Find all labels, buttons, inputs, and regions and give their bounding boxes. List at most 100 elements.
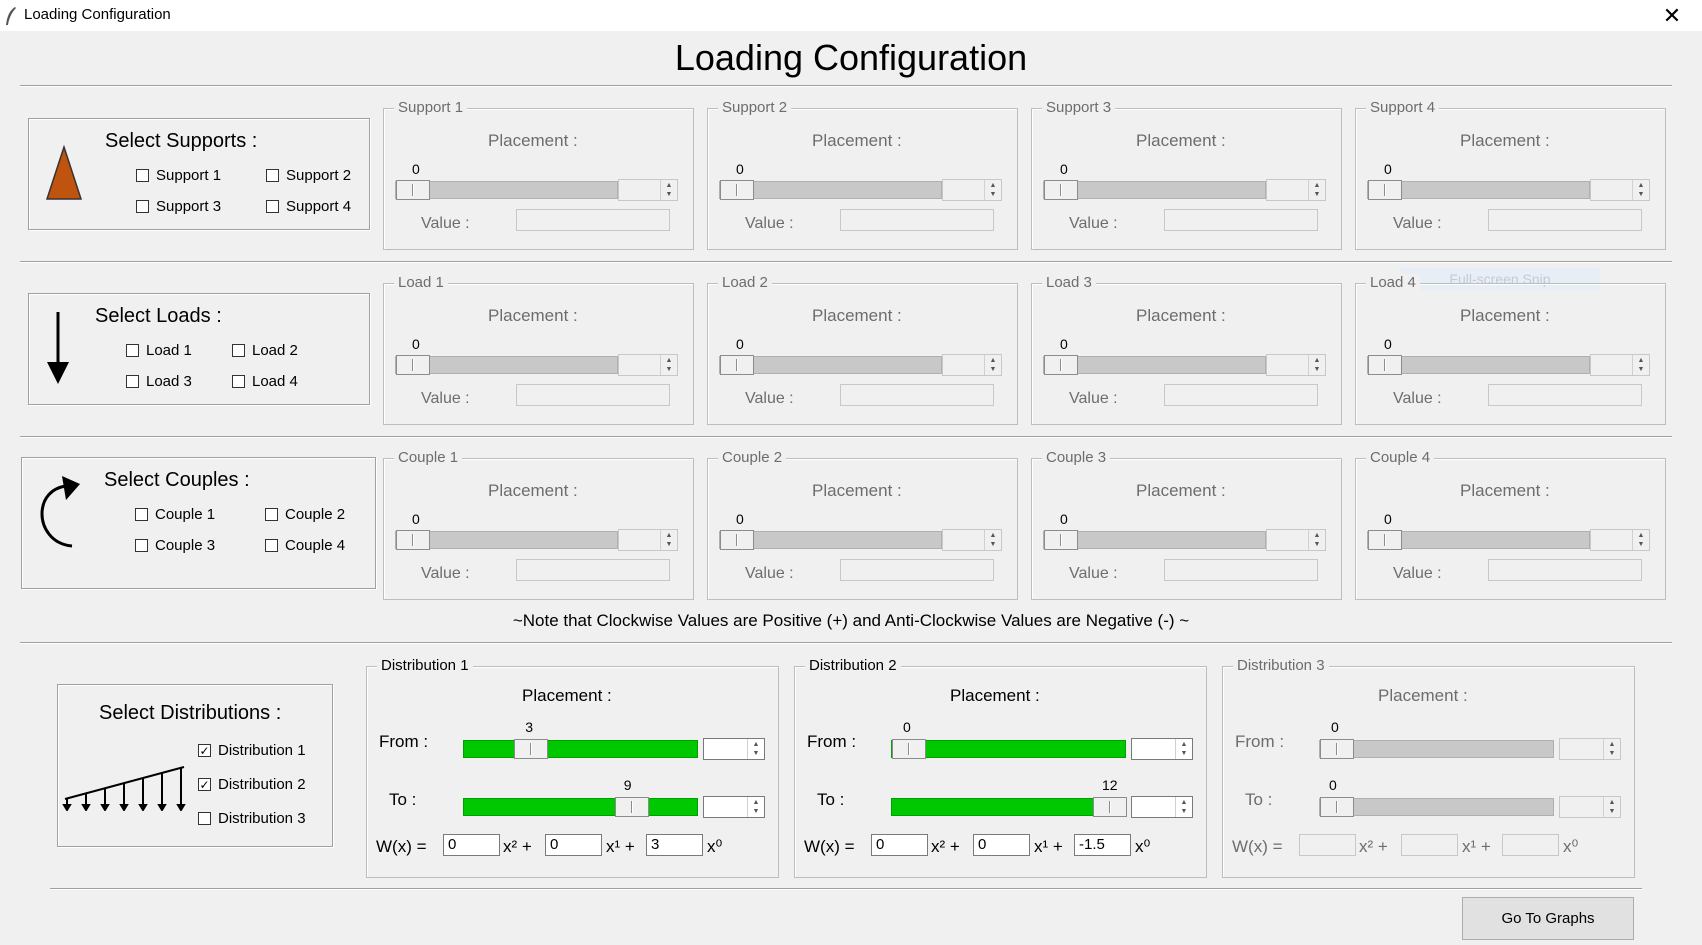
load-1-placement-slider[interactable] [395,355,618,375]
distribution-3-from-spinbox[interactable]: ▲ ▼ [1559,738,1621,760]
couple-3-placement-spinbox[interactable]: ▲ ▼ [1266,529,1326,551]
support-4-checkbox[interactable]: Support 4 [266,198,351,215]
distribution-1-from-slider[interactable] [463,739,698,759]
distribution-3-coef-x1-input[interactable] [1401,834,1458,856]
couple-2-placement-spinbox[interactable]: ▲ ▼ [942,529,1002,551]
couple-4-value-input[interactable] [1488,559,1642,581]
couple-1-placement-spinbox[interactable]: ▲ ▼ [618,529,678,551]
spin-arrows-icon[interactable]: ▲ ▼ [984,355,1001,375]
spin-arrows-icon[interactable]: ▲ ▼ [1603,739,1620,759]
spin-arrows-icon[interactable]: ▲ ▼ [1632,180,1649,200]
load-2-checkbox[interactable]: Load 2 [232,342,298,359]
slider-thumb[interactable] [1320,739,1354,759]
distribution-1-to-slider[interactable] [463,797,698,817]
couple-4-placement-slider[interactable] [1367,530,1590,550]
support-2-placement-spinbox[interactable]: ▲ ▼ [942,179,1002,201]
distribution-2-from-slider[interactable] [891,739,1126,759]
go-to-graphs-button[interactable]: Go To Graphs [1462,897,1634,940]
load-1-checkbox[interactable]: Load 1 [126,342,192,359]
distribution-3-coef-x0-input[interactable] [1502,834,1559,856]
load-2-placement-spinbox[interactable]: ▲ ▼ [942,354,1002,376]
distribution-1-checkbox[interactable]: ✓ Distribution 1 [198,742,306,759]
distribution-2-coef-x1-input[interactable]: 0 [973,834,1030,856]
slider-thumb[interactable] [1044,180,1078,200]
slider-thumb[interactable] [396,355,430,375]
support-2-value-input[interactable] [840,209,994,231]
support-3-placement-slider[interactable] [1043,180,1266,200]
support-1-placement-slider[interactable] [395,180,618,200]
load-1-placement-spinbox[interactable]: ▲ ▼ [618,354,678,376]
couple-1-checkbox[interactable]: Couple 1 [135,506,215,523]
spin-arrows-icon[interactable]: ▲ ▼ [1603,797,1620,817]
support-4-value-input[interactable] [1488,209,1642,231]
slider-thumb[interactable] [1044,530,1078,550]
load-3-checkbox[interactable]: Load 3 [126,373,192,390]
spin-arrows-icon[interactable]: ▲ ▼ [747,797,764,817]
support-4-placement-spinbox[interactable]: ▲ ▼ [1590,179,1650,201]
couple-2-value-input[interactable] [840,559,994,581]
couple-1-placement-slider[interactable] [395,530,618,550]
spin-arrows-icon[interactable]: ▲ ▼ [747,739,764,759]
support-3-placement-spinbox[interactable]: ▲ ▼ [1266,179,1326,201]
distribution-3-coef-x2-input[interactable] [1299,834,1356,856]
spin-arrows-icon[interactable]: ▲ ▼ [660,530,677,550]
load-4-placement-slider[interactable] [1367,355,1590,375]
support-3-value-input[interactable] [1164,209,1318,231]
support-2-checkbox[interactable]: Support 2 [266,167,351,184]
couple-2-checkbox[interactable]: Couple 2 [265,506,345,523]
spin-arrows-icon[interactable]: ▲ ▼ [660,180,677,200]
distribution-3-to-slider[interactable] [1319,797,1554,817]
distribution-2-checkbox[interactable]: ✓ Distribution 2 [198,776,306,793]
slider-thumb[interactable] [720,355,754,375]
slider-thumb[interactable] [1044,355,1078,375]
slider-thumb[interactable] [720,530,754,550]
slider-thumb[interactable] [614,797,649,817]
support-1-placement-spinbox[interactable]: ▲ ▼ [618,179,678,201]
support-2-placement-slider[interactable] [719,180,942,200]
load-4-checkbox[interactable]: Load 4 [232,373,298,390]
spin-arrows-icon[interactable]: ▲ ▼ [1308,530,1325,550]
distribution-1-coef-x1-input[interactable]: 0 [545,834,602,856]
spin-arrows-icon[interactable]: ▲ ▼ [1308,180,1325,200]
spin-arrows-icon[interactable]: ▲ ▼ [1632,530,1649,550]
distribution-3-from-slider[interactable] [1319,739,1554,759]
slider-thumb[interactable] [1320,797,1354,817]
spin-arrows-icon[interactable]: ▲ ▼ [984,530,1001,550]
load-4-placement-spinbox[interactable]: ▲ ▼ [1590,354,1650,376]
support-1-value-input[interactable] [516,209,670,231]
load-1-value-input[interactable] [516,384,670,406]
support-4-placement-slider[interactable] [1367,180,1590,200]
distribution-2-coef-x0-input[interactable]: -1.5 [1074,834,1131,856]
slider-thumb[interactable] [396,530,430,550]
couple-3-checkbox[interactable]: Couple 3 [135,537,215,554]
close-icon[interactable]: ✕ [1652,0,1692,31]
distribution-2-to-spinbox[interactable]: ▲ ▼ [1131,796,1193,818]
load-3-placement-spinbox[interactable]: ▲ ▼ [1266,354,1326,376]
slider-thumb[interactable] [396,180,430,200]
couple-1-value-input[interactable] [516,559,670,581]
slider-thumb[interactable] [514,739,549,759]
distribution-2-to-slider[interactable] [891,797,1127,817]
slider-thumb[interactable] [1093,797,1127,817]
distribution-2-from-spinbox[interactable]: ▲ ▼ [1131,738,1193,760]
spin-arrows-icon[interactable]: ▲ ▼ [1308,355,1325,375]
load-2-value-input[interactable] [840,384,994,406]
spin-arrows-icon[interactable]: ▲ ▼ [1632,355,1649,375]
spin-arrows-icon[interactable]: ▲ ▼ [1175,797,1192,817]
couple-4-checkbox[interactable]: Couple 4 [265,537,345,554]
distribution-3-checkbox[interactable]: Distribution 3 [198,810,306,827]
load-3-value-input[interactable] [1164,384,1318,406]
distribution-2-coef-x2-input[interactable]: 0 [871,834,928,856]
distribution-3-to-spinbox[interactable]: ▲ ▼ [1559,796,1621,818]
distribution-1-from-spinbox[interactable]: ▲ ▼ [703,738,765,760]
distribution-1-to-spinbox[interactable]: ▲ ▼ [703,796,765,818]
slider-thumb[interactable] [720,180,754,200]
support-3-checkbox[interactable]: Support 3 [136,198,221,215]
couple-4-placement-spinbox[interactable]: ▲ ▼ [1590,529,1650,551]
couple-3-value-input[interactable] [1164,559,1318,581]
slider-thumb[interactable] [1368,180,1402,200]
spin-arrows-icon[interactable]: ▲ ▼ [984,180,1001,200]
distribution-1-coef-x2-input[interactable]: 0 [443,834,500,856]
couple-3-placement-slider[interactable] [1043,530,1266,550]
support-1-checkbox[interactable]: Support 1 [136,167,221,184]
